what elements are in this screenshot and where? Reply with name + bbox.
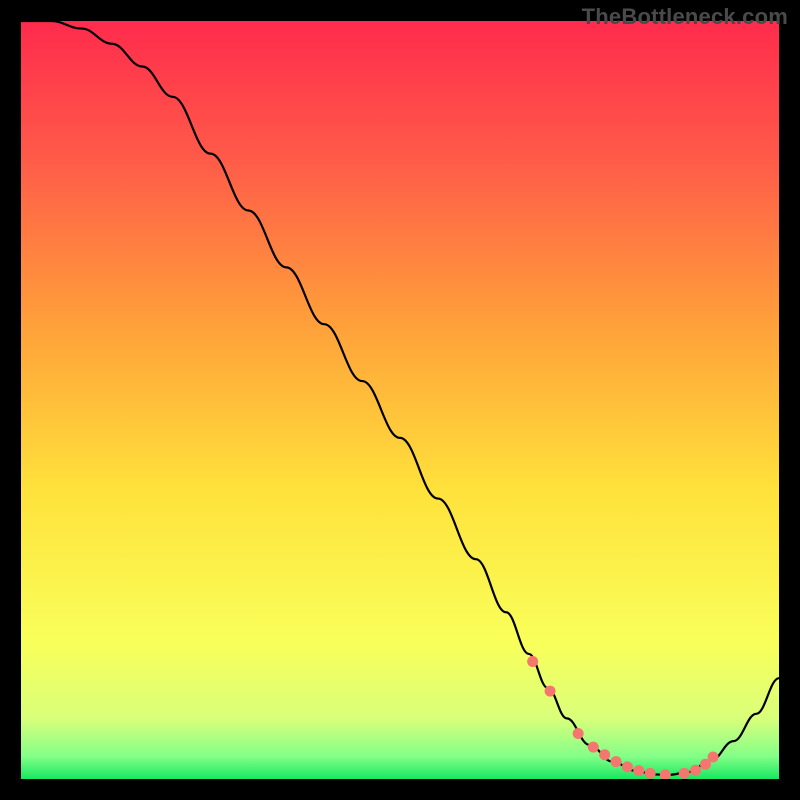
marker-dot — [708, 752, 719, 763]
marker-dot — [527, 656, 538, 667]
chart-container: TheBottleneck.com — [0, 0, 800, 800]
marker-dot — [690, 765, 701, 776]
watermark-text: TheBottleneck.com — [582, 4, 788, 30]
heatmap-background — [21, 21, 779, 779]
marker-dot — [633, 765, 644, 776]
marker-dot — [545, 686, 556, 697]
chart-plot — [21, 21, 779, 779]
marker-dot — [611, 756, 622, 767]
marker-dot — [573, 728, 584, 739]
marker-dot — [599, 749, 610, 760]
marker-dot — [588, 742, 599, 753]
marker-dot — [622, 761, 633, 772]
marker-dot — [645, 768, 656, 779]
marker-dot — [679, 768, 690, 779]
